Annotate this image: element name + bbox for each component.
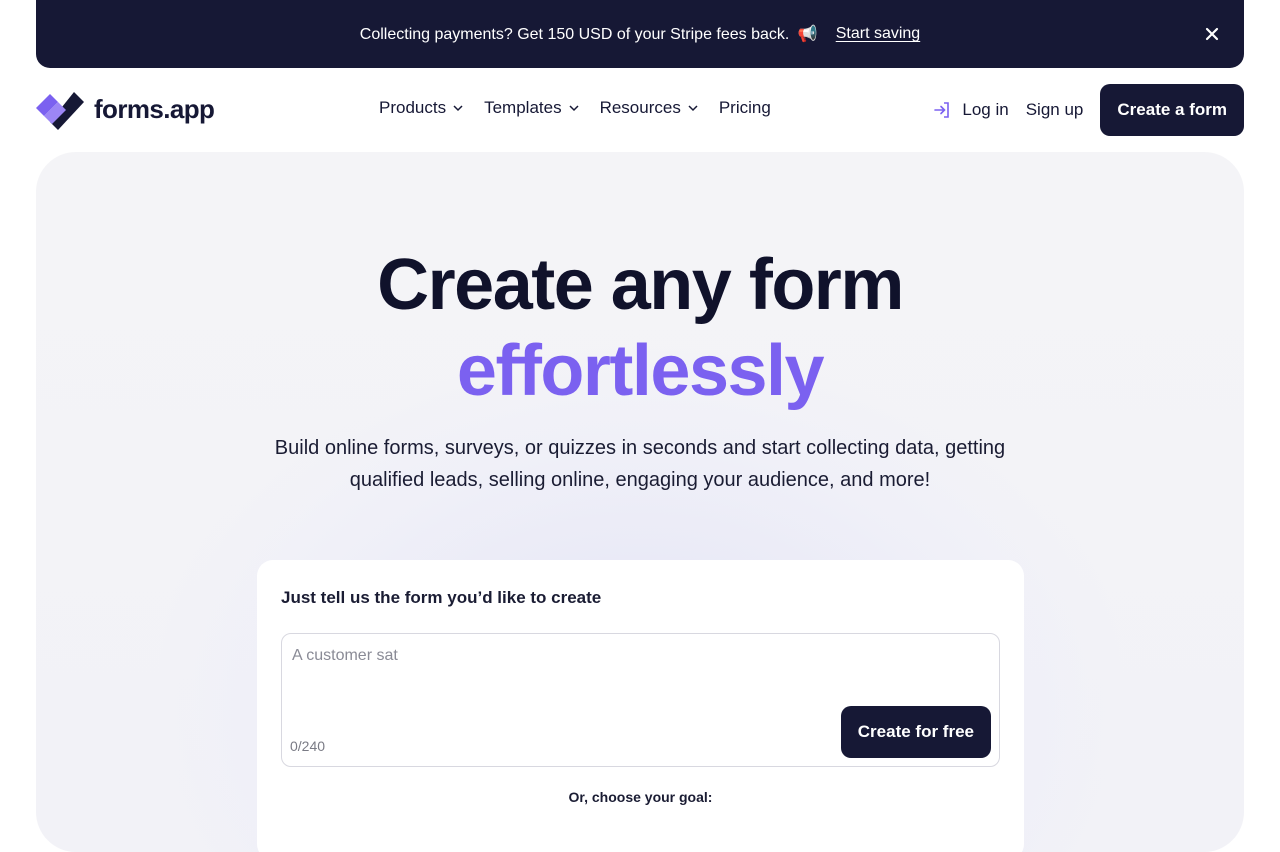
promo-message: Collecting payments? Get 150 USD of your… — [359, 26, 790, 43]
generator-title: Just tell us the form you’d like to crea… — [281, 588, 602, 607]
menu-pricing-label: Pricing — [718, 98, 771, 117]
forms-app-logo-icon — [36, 92, 84, 130]
chevron-down-icon — [453, 105, 463, 112]
start-saving-link[interactable]: Start saving — [836, 25, 920, 43]
logo-text: forms.app — [94, 93, 215, 124]
menu-resources[interactable]: Resources — [600, 98, 699, 118]
menu-resources-label: Resources — [599, 98, 681, 117]
ai-form-generator-card: Just tell us the form you’d like to crea… — [257, 560, 1024, 852]
create-form-button[interactable]: Create a form — [1100, 84, 1244, 136]
promo-banner: Collecting payments? Get 150 USD of your… — [36, 0, 1244, 68]
signup-link[interactable]: Sign up — [1026, 100, 1084, 120]
hero-subtitle: Build online forms, surveys, or quizzes … — [274, 437, 1006, 491]
promo-text: Collecting payments? Get 150 USD of your… — [360, 24, 818, 44]
menu-pricing[interactable]: Pricing — [719, 98, 771, 118]
megaphone-icon: 📢 — [797, 26, 818, 43]
login-link[interactable]: Log in — [932, 100, 1009, 120]
hero-title: Create any form — [377, 245, 904, 325]
create-for-free-button[interactable]: Create for free — [840, 706, 991, 758]
menu-products[interactable]: Products — [379, 98, 464, 118]
chevron-down-icon — [569, 105, 579, 112]
logo[interactable]: forms.app — [36, 88, 215, 130]
login-label: Log in — [962, 100, 1009, 119]
menu-templates-label: Templates — [484, 98, 562, 117]
login-icon — [934, 102, 950, 118]
hero-title-highlight: effortlessly — [456, 331, 825, 411]
top-navigation: forms.app Products Templates Resources P… — [0, 68, 1280, 152]
account-actions: Log in Sign up Create a form — [932, 68, 1244, 152]
close-icon[interactable] — [1202, 24, 1222, 44]
choose-goal-label: Or, choose your goal: — [568, 789, 713, 805]
main-menu: Products Templates Resources Pricing — [379, 98, 771, 118]
chevron-down-icon — [688, 105, 698, 112]
hero-section: Create any form effortlessly Build onlin… — [36, 152, 1244, 852]
form-prompt-field[interactable]: 0/240 Create for free — [281, 633, 1000, 767]
menu-templates[interactable]: Templates — [484, 98, 579, 118]
form-prompt-input[interactable] — [292, 647, 982, 665]
character-counter: 0/240 — [290, 738, 326, 754]
menu-products-label: Products — [379, 98, 447, 117]
